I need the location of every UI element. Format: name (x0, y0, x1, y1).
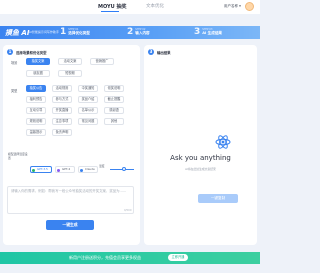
step-title: 选择优化类型 (68, 31, 90, 35)
slider-handle[interactable] (122, 167, 126, 171)
avatar[interactable] (245, 2, 254, 11)
active-tab-underline (101, 11, 119, 12)
model-name: Claude (85, 167, 95, 171)
type-label: 类型 (11, 89, 18, 93)
copy-button[interactable]: 一键复制 (198, 194, 238, 203)
type-chip[interactable]: 规则说明 (26, 118, 46, 125)
scene-chip[interactable]: 营销推广 (90, 58, 114, 65)
type-chip[interactable]: 领奖说明 (104, 85, 124, 92)
section-number: 3 (148, 49, 154, 55)
brand-logo-text: 摸鱼 AI (5, 29, 30, 37)
step-number: 1 (60, 27, 67, 37)
user-menu[interactable]: 用户名称 ▾ (224, 4, 241, 9)
tab-text-optimize[interactable]: 文本优化 (146, 3, 164, 9)
top-navbar (0, 0, 260, 14)
section-title: 选择场景和优化类型 (16, 51, 47, 55)
ai-atom-icon (215, 135, 231, 149)
char-counter: 0/500 (124, 209, 132, 212)
banner-description: AI智能提示词写作助手 (29, 30, 59, 34)
empty-state-subtitle: AI将在此处生成文案结果 (185, 167, 216, 171)
model-option[interactable]: GPT-4 (55, 166, 75, 173)
output-panel (144, 45, 257, 245)
step-title: 输入内容 (135, 31, 150, 35)
type-chip[interactable]: 中奖通知 (78, 85, 98, 92)
type-chip[interactable]: 互动引导 (26, 107, 46, 114)
type-chip[interactable]: 温馨提示 (26, 129, 46, 136)
type-chip[interactable]: 福利预告 (26, 96, 46, 103)
prompt-input[interactable]: 请输入你的需求，例如：帮我写一段公众号抽奖活动的开奖文案，奖品为…… (7, 186, 134, 214)
type-chip[interactable]: 奖品介绍 (78, 96, 98, 103)
type-chip[interactable]: 抽奖公告 (26, 85, 46, 92)
type-chip[interactable]: 开奖直播 (52, 107, 72, 114)
type-chip[interactable]: 其他 (104, 118, 124, 125)
generate-button[interactable]: 一键生成 (46, 220, 94, 230)
step-3: 3 STEP 03 AI 生成结果 (194, 27, 222, 37)
scene-label: 场景 (11, 61, 18, 65)
model-option[interactable]: Claude (78, 166, 98, 173)
step-number: 2 (127, 27, 134, 37)
model-dot-icon (32, 168, 35, 172)
section-number: 1 (7, 49, 13, 55)
promo-button[interactable]: 立即开通 (168, 254, 188, 261)
scene-chip[interactable]: 活动文案 (58, 58, 82, 65)
model-name: GPT-4 (62, 167, 71, 171)
type-chip[interactable]: 感谢语 (104, 107, 124, 114)
model-option[interactable]: GPT-3.5 (30, 166, 52, 173)
type-chip[interactable]: 截止提醒 (104, 96, 124, 103)
promo-text: 新用户注册送积分，充值会员享更多权益 (69, 255, 141, 260)
type-chip[interactable]: 名单公示 (78, 107, 98, 114)
type-chip[interactable]: 注意事项 (52, 118, 72, 125)
type-chip[interactable]: 参与方式 (52, 96, 72, 103)
scene-chip[interactable]: 抽奖文案 (26, 58, 50, 65)
temperature-label: 温度 (99, 164, 105, 168)
type-chip[interactable]: 常见问题 (78, 118, 98, 125)
model-dot-icon (57, 168, 60, 172)
model-dot-icon (80, 168, 83, 172)
tab-moyu[interactable]: MOYU 抽奖 (98, 3, 126, 10)
step-number: 3 (194, 27, 201, 37)
type-chip[interactable]: 活动规则 (52, 85, 72, 92)
empty-state-heading: Ask you anything (170, 154, 231, 162)
scene-chip[interactable]: 朋友圈 (26, 70, 50, 77)
type-chip[interactable]: 免责声明 (52, 129, 72, 136)
step-2: 2 STEP 02 输入内容 (127, 27, 150, 37)
section-title: 输出结果 (157, 51, 171, 55)
model-name: GPT-3.5 (37, 167, 48, 171)
step-title: AI 生成结果 (202, 31, 223, 35)
step-1: 1 STEP 01 选择优化类型 (60, 27, 90, 37)
scene-chip[interactable]: 短视频 (58, 70, 82, 77)
model-settings-label: 模型选择温度设置 (8, 152, 28, 160)
